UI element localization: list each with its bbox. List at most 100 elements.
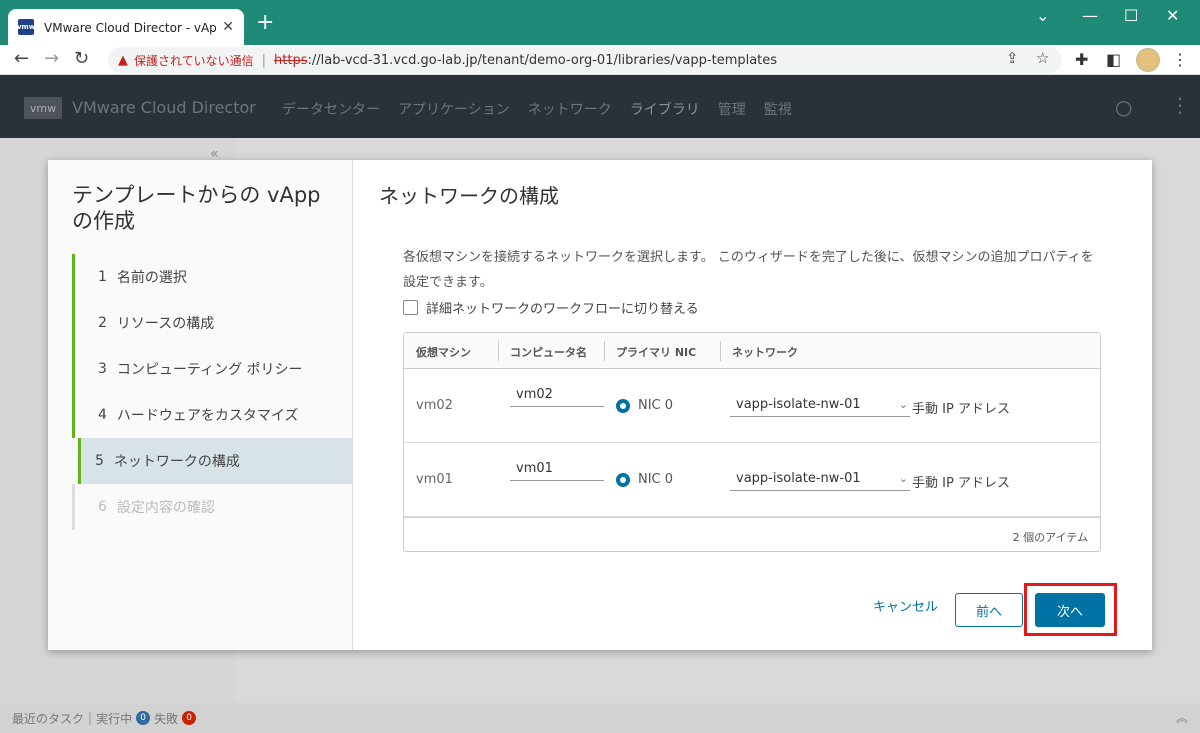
table-row: vm01 vm01 NIC 0 vapp-isolate-nw-01 ⌄ 手動 … [404,443,1100,517]
close-window-icon[interactable]: ✕ [1166,6,1179,25]
maximize-icon[interactable]: ☐ [1124,6,1138,25]
network-select-value: vapp-isolate-nw-01 [736,471,861,486]
failed-label: 失敗 [154,711,179,726]
column-vm[interactable]: 仮想マシン [416,344,471,360]
share-icon[interactable]: ⇪ [1006,49,1019,67]
bookmark-star-icon[interactable]: ☆ [1036,49,1049,67]
step-number: 2 [98,315,107,331]
nav-networking[interactable]: ネットワーク [528,99,612,119]
step-label: ハードウェアをカスタマイズ [116,408,299,424]
tab-title: VMware Cloud Director - vApp テ [44,20,217,35]
step-label: 設定内容の確認 [116,500,215,516]
step-number: 3 [98,361,107,377]
recent-tasks-bar[interactable]: 最近のタスク | 実行中 0 失敗 0 ︽ [0,703,1200,733]
advanced-networking-toggle[interactable]: 詳細ネットワークのワークフローに切り替える [403,298,699,317]
cancel-button[interactable]: キャンセル [873,596,938,615]
network-select-value: vapp-isolate-nw-01 [736,397,861,412]
next-button[interactable]: 次へ [1035,593,1105,627]
advanced-networking-checkbox[interactable] [403,300,418,315]
browser-menu-icon[interactable]: ⋮ [1172,50,1188,69]
wizard-step-list: 1 名前の選択 2 リソースの構成 3 コンピューティング ポリシー 4 ハード… [72,254,352,530]
chevron-down-icon: ⌄ [898,472,908,485]
more-options-icon[interactable]: ⋮ [1170,93,1190,117]
recent-tasks-label: 最近のタスク [12,711,85,726]
separator: | [88,711,93,725]
running-label: 実行中 [96,711,133,726]
app-main-nav: データセンター アプリケーション ネットワーク ライブラリ 管理 監視 [282,99,792,119]
back-icon[interactable]: ← [14,48,29,69]
column-network[interactable]: ネットワーク [732,344,798,360]
step-label: リソースの構成 [116,316,215,332]
running-count-badge: 0 [136,711,151,725]
item-count: 2 個のアイテム [1012,531,1088,544]
previous-button[interactable]: 前へ [955,593,1023,627]
wizard-content: ネットワークの構成 各仮想マシンを接続するネットワークを選択します。 このウィザ… [353,160,1152,650]
wizard-steps-panel: テンプレートからの vApp の作成 1 名前の選択 2 リソースの構成 3 コ… [48,160,353,650]
column-primary-nic[interactable]: プライマリ NIC [616,344,696,360]
vm-name: vm01 [416,472,453,487]
nav-applications[interactable]: アプリケーション [398,99,510,119]
url-scheme: https [274,52,308,68]
extensions-icon[interactable]: ✚ [1075,50,1088,69]
security-warning[interactable]: 保護されていない通信 [134,52,254,69]
separator: | [261,52,267,68]
step-number: 5 [95,453,104,469]
minimize-icon[interactable]: — [1082,6,1098,25]
browser-tab[interactable]: vmw VMware Cloud Director - vApp テ ✕ [8,9,244,45]
tab-search-icon[interactable]: ⌄ [1036,6,1049,25]
vmware-favicon-icon: vmw [17,19,35,35]
nav-libraries[interactable]: ライブラリ [630,99,700,119]
nav-datacenter[interactable]: データセンター [282,99,380,119]
step-compute-policy[interactable]: 3 コンピューティング ポリシー [72,346,352,392]
forward-icon[interactable]: → [44,48,59,69]
step-label: 名前の選択 [116,270,187,286]
search-icon[interactable]: ○ [1115,95,1132,119]
browser-tab-bar: vmw VMware Cloud Director - vApp テ ✕ + ⌄… [0,0,1200,45]
app-header: vmw VMware Cloud Director データセンター アプリケーシ… [0,75,1200,138]
vm-name: vm02 [416,398,453,413]
wizard-title: テンプレートからの vApp の作成 [72,183,321,233]
network-select[interactable]: vapp-isolate-nw-01 ⌄ [730,471,910,491]
column-computer-name[interactable]: コンピュータ名 [510,344,587,360]
app-title: VMware Cloud Director [72,98,256,117]
step-label: コンピューティング ポリシー [116,362,303,378]
network-select[interactable]: vapp-isolate-nw-01 ⌄ [730,397,910,417]
step-configure-networking[interactable]: 5 ネットワークの構成 [78,438,352,484]
page-description: 各仮想マシンを接続するネットワークを選択します。 このウィザードを完了した後に、… [403,250,1094,290]
ip-mode[interactable]: 手動 IP アドレス [912,398,1010,417]
failed-count-badge: 0 [182,711,197,725]
grid-header: 仮想マシン コンピュータ名 プライマリ NIC ネットワーク [404,333,1100,369]
warning-icon: ▲ [118,52,128,68]
nic-label: NIC 0 [638,472,674,487]
new-tab-icon[interactable]: + [256,12,274,34]
column-divider [498,341,499,361]
computer-name-input[interactable]: vm02 [510,387,604,407]
step-customize-hardware[interactable]: 4 ハードウェアをカスタマイズ [72,392,352,438]
advanced-networking-label: 詳細ネットワークのワークフローに切り替える [426,302,699,317]
chevron-down-icon: ⌄ [898,398,908,411]
expand-tasks-icon[interactable]: ︽ [1176,709,1188,726]
computer-name-input[interactable]: vm01 [510,461,604,481]
side-panel-icon[interactable]: ◧ [1106,50,1121,69]
reload-icon[interactable]: ↻ [74,48,89,69]
vm-network-grid: 仮想マシン コンピュータ名 プライマリ NIC ネットワーク vm02 vm02… [403,332,1101,552]
create-vapp-wizard: テンプレートからの vApp の作成 1 名前の選択 2 リソースの構成 3 コ… [48,160,1152,650]
primary-nic-radio[interactable] [616,473,630,487]
step-select-name[interactable]: 1 名前の選択 [72,254,352,300]
step-label: ネットワークの構成 [113,454,240,470]
nav-administration[interactable]: 管理 [718,99,746,119]
step-configure-resources[interactable]: 2 リソースの構成 [72,300,352,346]
page-title: ネットワークの構成 [379,184,559,208]
browser-toolbar: ← → ↻ ▲ 保護されていない通信 | https://lab-vcd-31.… [0,45,1200,75]
ip-mode[interactable]: 手動 IP アドレス [912,472,1010,491]
grid-footer: 2 個のアイテム [404,517,1100,551]
primary-nic-radio[interactable] [616,399,630,413]
nav-monitor[interactable]: 監視 [764,99,792,119]
profile-avatar[interactable] [1136,48,1160,72]
tab-close-icon[interactable]: ✕ [222,19,234,35]
step-ready-to-complete: 6 設定内容の確認 [72,484,352,530]
column-divider [604,341,605,361]
address-bar[interactable]: ▲ 保護されていない通信 | https://lab-vcd-31.vcd.go… [108,47,1062,73]
vmware-logo: vmw [24,97,62,119]
column-divider [720,341,721,361]
